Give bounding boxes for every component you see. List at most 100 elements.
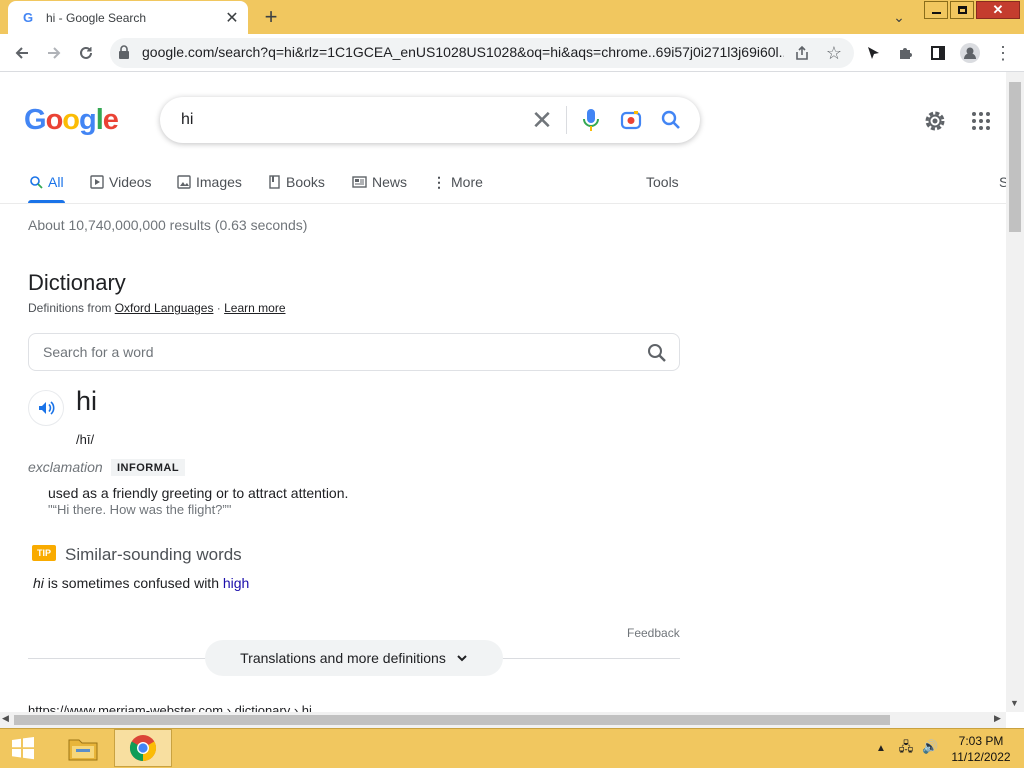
register-badge: INFORMAL	[111, 459, 186, 476]
active-tab-indicator	[28, 200, 65, 203]
tab-more-label: More	[451, 174, 483, 190]
tab-all-label: All	[48, 174, 64, 190]
chrome-taskbar-button[interactable]	[114, 729, 172, 767]
separator-dot: ·	[213, 301, 225, 315]
new-tab-button[interactable]: +	[258, 4, 284, 30]
tab-videos-label: Videos	[109, 174, 152, 190]
clock-time: 7:03 PM	[958, 734, 1004, 748]
google-logo[interactable]: Google	[24, 104, 119, 137]
search-magnifier-icon[interactable]	[659, 108, 683, 132]
horizontal-scroll-thumb[interactable]	[14, 715, 890, 725]
minimize-button[interactable]	[924, 1, 948, 19]
newspaper-icon	[352, 176, 367, 188]
tip-badge: TIP	[32, 545, 56, 561]
dictionary-heading: Dictionary	[28, 270, 126, 295]
tab-news-label: News	[372, 174, 408, 190]
tab-images[interactable]: Images	[177, 172, 242, 192]
browser-tab[interactable]: G hi - Google Search ✕	[8, 1, 248, 34]
tab-images-label: Images	[196, 174, 242, 190]
minimize-icon	[931, 12, 941, 14]
search-icon	[30, 176, 43, 189]
headword: hi	[76, 386, 98, 416]
translations-more-definitions-button[interactable]: Translations and more definitions	[205, 640, 503, 676]
logo-letter: e	[102, 104, 119, 136]
similar-sounding-text: hi is sometimes confused with high	[33, 575, 249, 591]
side-panel-icon[interactable]	[925, 41, 951, 65]
volume-icon[interactable]: 🔊	[922, 739, 938, 754]
logo-letter: o	[45, 104, 64, 136]
tab-news[interactable]: News	[352, 172, 407, 192]
back-arrow-icon[interactable]	[9, 41, 35, 65]
video-play-icon	[90, 175, 104, 189]
file-explorer-icon[interactable]	[56, 731, 110, 765]
tab-more[interactable]: ⋮ More	[432, 172, 483, 192]
tab-search-chevron-icon[interactable]: ⌄	[886, 8, 912, 26]
phonetic: /hī/	[76, 432, 95, 447]
cursor-extension-icon[interactable]	[860, 41, 886, 65]
logo-letter: l	[95, 104, 104, 136]
oxford-languages-link[interactable]: Oxford Languages	[115, 301, 214, 315]
chevron-down-icon	[457, 655, 467, 662]
taskbar-clock[interactable]: 7:03 PM 11/12/2022	[945, 733, 1017, 765]
definition-text: used as a friendly greeting or to attrac…	[48, 485, 349, 501]
scroll-down-arrow-icon[interactable]: ▼	[1010, 698, 1019, 708]
network-icon[interactable]: 🖧	[899, 739, 914, 754]
result-stats: About 10,740,000,000 results (0.63 secon…	[28, 217, 308, 233]
lock-icon[interactable]	[118, 45, 132, 59]
book-icon	[269, 175, 280, 189]
restore-button[interactable]	[950, 1, 974, 19]
tab-books[interactable]: Books	[269, 172, 325, 192]
part-of-speech: exclamation	[28, 459, 103, 475]
system-tray[interactable]: ▲ 🖧 🔊	[876, 738, 938, 760]
reload-icon[interactable]	[73, 41, 99, 65]
chrome-icon	[129, 735, 157, 762]
google-favicon-icon: G	[22, 10, 34, 25]
tab-books-label: Books	[286, 174, 325, 190]
similar-mid-text: is sometimes confused with	[43, 575, 223, 591]
tab-close-icon[interactable]: ✕	[222, 8, 242, 28]
image-icon	[177, 175, 191, 189]
browser-menu-icon[interactable]: ⋮	[990, 41, 1016, 65]
example-sentence: "“Hi there. How was the flight?”"	[48, 502, 232, 517]
scroll-right-arrow-icon[interactable]: ▶	[994, 713, 1001, 724]
vertical-scroll-thumb[interactable]	[1009, 82, 1021, 232]
voice-search-microphone-icon[interactable]	[580, 106, 602, 134]
nav-divider	[0, 203, 1006, 204]
similar-word: hi	[33, 575, 44, 591]
restore-icon	[957, 6, 967, 14]
extensions-puzzle-icon[interactable]	[893, 41, 919, 65]
close-window-button[interactable]: ✕	[976, 1, 1020, 19]
search-query-input[interactable]: hi	[181, 111, 193, 129]
learn-more-link[interactable]: Learn more	[224, 301, 285, 315]
word-search-placeholder[interactable]: Search for a word	[43, 344, 154, 360]
windows-start-icon[interactable]	[6, 733, 44, 763]
url-text[interactable]: google.com/search?q=hi&rlz=1C1GCEA_enUS1…	[142, 44, 784, 60]
logo-letter: G	[24, 104, 47, 136]
lens-camera-icon[interactable]	[619, 108, 643, 132]
feedback-link[interactable]: Feedback	[627, 626, 680, 640]
definitions-source: Definitions from Oxford Languages · Lear…	[28, 301, 286, 315]
more-definitions-label: Translations and more definitions	[240, 650, 446, 666]
clear-search-icon[interactable]: ✕	[530, 105, 554, 135]
share-icon[interactable]	[789, 41, 815, 65]
logo-letter: g	[79, 104, 97, 136]
pronunciation-speaker-button[interactable]	[28, 390, 64, 426]
tools-label: Tools	[646, 174, 679, 190]
tab-videos[interactable]: Videos	[90, 172, 152, 192]
word-search-icon[interactable]	[645, 341, 669, 365]
scroll-left-arrow-icon[interactable]: ◀	[2, 713, 9, 724]
tools-button[interactable]: Tools	[646, 172, 679, 192]
bookmark-star-icon[interactable]: ☆	[821, 41, 847, 65]
google-apps-grid-icon[interactable]	[970, 110, 992, 132]
logo-letter: o	[62, 104, 80, 136]
settings-gear-icon[interactable]	[922, 108, 948, 134]
tab-all[interactable]: All	[29, 172, 64, 192]
forward-arrow-icon[interactable]	[41, 41, 67, 65]
high-link[interactable]: high	[223, 575, 249, 591]
search-divider	[566, 106, 567, 134]
more-vertical-dots-icon: ⋮	[432, 173, 446, 190]
similar-sounding-heading: Similar-sounding words	[65, 545, 242, 564]
profile-avatar-icon[interactable]	[957, 41, 983, 65]
tab-title: hi - Google Search	[46, 10, 147, 25]
show-hidden-icons-icon[interactable]: ▲	[876, 743, 886, 754]
